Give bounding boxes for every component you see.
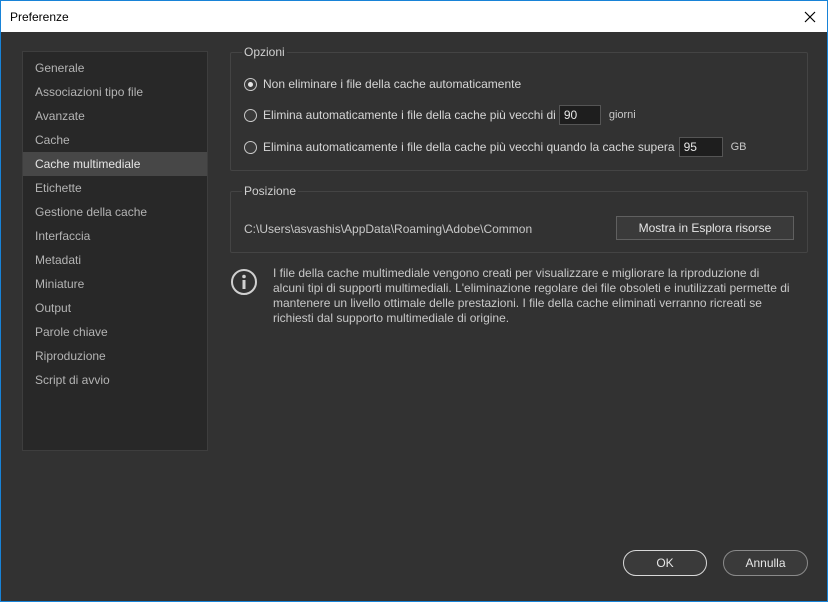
- sidebar-item-script-di-avvio[interactable]: Script di avvio: [23, 368, 207, 392]
- no-auto-delete-label: Non eliminare i file della cache automat…: [263, 77, 522, 91]
- info-icon: [231, 269, 257, 295]
- delete-when-cache-exceeds-label: Elimina automaticamente i file della cac…: [263, 140, 675, 154]
- sidebar-item-interfaccia[interactable]: Interfaccia: [23, 224, 207, 248]
- sidebar-item-parole-chiave[interactable]: Parole chiave: [23, 320, 207, 344]
- preferences-dialog: Preferenze Generale Associazioni tipo fi…: [0, 0, 828, 602]
- window-title: Preferenze: [10, 10, 69, 24]
- size-unit: GB: [730, 141, 747, 153]
- options-group-title: Opzioni: [242, 45, 287, 59]
- cache-path: C:\Users\asvashis\AppData\Roaming\Adobe\…: [244, 222, 533, 236]
- sidebar-item-miniature[interactable]: Miniature: [23, 272, 207, 296]
- option-delete-older-than-days[interactable]: Elimina automaticamente i file della cac…: [244, 105, 636, 125]
- delete-older-than-days-radio[interactable]: [244, 108, 257, 122]
- sidebar: Generale Associazioni tipo file Avanzate…: [22, 51, 208, 451]
- sidebar-item-output[interactable]: Output: [23, 296, 207, 320]
- dialog-body: Generale Associazioni tipo file Avanzate…: [1, 32, 827, 601]
- show-in-explorer-button[interactable]: Mostra in Esplora risorse: [616, 216, 794, 240]
- sidebar-item-etichette[interactable]: Etichette: [23, 176, 207, 200]
- option-no-auto-delete[interactable]: Non eliminare i file della cache automat…: [244, 74, 521, 94]
- sidebar-item-avanzate[interactable]: Avanzate: [23, 104, 207, 128]
- sidebar-item-gestione-della-cache[interactable]: Gestione della cache: [23, 200, 207, 224]
- sidebar-item-cache-multimediale[interactable]: Cache multimediale: [23, 152, 207, 176]
- cancel-button[interactable]: Annulla: [723, 550, 808, 576]
- delete-older-than-days-label: Elimina automaticamente i file della cac…: [263, 108, 556, 122]
- sidebar-item-generale[interactable]: Generale: [23, 56, 207, 80]
- title-bar: Preferenze: [1, 1, 827, 32]
- sidebar-item-cache[interactable]: Cache: [23, 128, 207, 152]
- info-description: I file della cache multimediale vengono …: [273, 266, 790, 325]
- option-delete-when-cache-exceeds[interactable]: Elimina automaticamente i file della cac…: [244, 137, 746, 157]
- position-group-title: Posizione: [242, 184, 299, 198]
- no-auto-delete-radio[interactable]: [244, 77, 257, 91]
- days-unit: giorni: [608, 109, 636, 121]
- size-input[interactable]: [678, 137, 723, 157]
- delete-when-cache-exceeds-radio[interactable]: [244, 140, 257, 154]
- close-icon: [804, 11, 816, 22]
- close-button[interactable]: [793, 1, 827, 32]
- days-input[interactable]: [558, 105, 601, 125]
- sidebar-item-riproduzione[interactable]: Riproduzione: [23, 344, 207, 368]
- sidebar-item-associazioni-tipo-file[interactable]: Associazioni tipo file: [23, 80, 207, 104]
- sidebar-item-metadati[interactable]: Metadati: [23, 248, 207, 272]
- ok-button[interactable]: OK: [623, 550, 707, 576]
